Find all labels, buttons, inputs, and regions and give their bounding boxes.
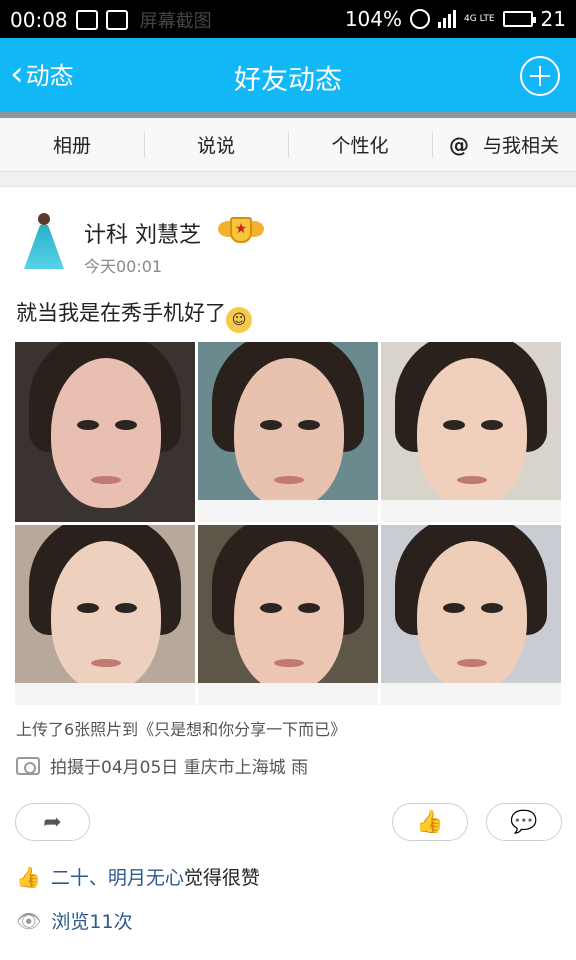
tab-bar: 相册 说说 个性化 @ 与我相关 [0,118,576,172]
like-button[interactable]: 👍 [392,803,468,841]
page-title: 好友动态 [234,65,342,96]
likes-row: 👍 二十、明月无心觉得很赞 [16,863,260,890]
tab-label: 说说 [196,135,235,157]
avatar-dress [24,225,64,269]
status-time: 00:08 [10,8,68,32]
network-type: 4G LTE [464,13,495,24]
avatar-head [38,213,50,225]
comment-bubble-icon: 💬 [510,809,538,835]
views-count[interactable]: 浏览11次 [51,907,132,934]
battery-icon [502,11,536,27]
tab-label: 个性化 [331,135,389,157]
tab-related-to-me[interactable]: @ 与我相关 [432,118,576,171]
avatar[interactable] [14,209,72,269]
share-arrow-icon: ➦ [43,809,62,835]
signal-icon [438,10,457,28]
likes-suffix: 觉得很赞 [183,867,260,889]
thumbs-up-icon: 👍 [416,809,444,835]
likers-names[interactable]: 二十、明月无心 [51,867,184,889]
post-text-content: 就当我是在秀手机好了 [16,301,226,325]
photo-4[interactable] [15,525,195,705]
camera-icon [16,756,40,775]
battery-percent: 104% [344,7,403,31]
screenshot-ghost-text: 屏幕截图 [139,11,212,32]
thumbs-up-small-icon: 👍 [16,864,41,889]
photo-2[interactable] [198,342,378,522]
tab-label: 与我相关 [482,135,559,157]
eye-icon: 👁 [16,908,42,933]
photo-5[interactable] [198,525,378,705]
comment-button[interactable]: 💬 [486,803,562,841]
qq-notification-icon [105,10,128,30]
share-button[interactable]: ➦ [15,803,90,841]
gallery-notification-icon [75,10,98,30]
views-row: 👁 浏览11次 [16,907,133,934]
post-time: 今天00:01 [84,257,163,276]
author-name[interactable]: 计科 刘慧芝 [84,217,201,249]
laughing-emoji-icon: ☺ [226,307,252,333]
tab-label: 相册 [52,135,91,157]
upload-caption[interactable]: 上传了6张照片到《只是想和你分享一下而已》 [16,716,346,740]
alarm-clock-icon [410,9,431,29]
plus-circle-icon[interactable] [520,56,560,96]
photo-3[interactable] [381,342,561,522]
photo-1[interactable] [15,342,195,522]
status-number: 21 [540,7,566,31]
tab-shuoshuo[interactable]: 说说 [144,118,288,171]
tab-personalize[interactable]: 个性化 [288,118,432,171]
tab-album[interactable]: 相册 [0,118,144,171]
vip-badge-icon: ★ [218,215,264,247]
at-icon: @ [448,132,469,157]
post-text: 就当我是在秀手机好了 ☺ [16,297,252,333]
nav-bar: ‹ 动态 好友动态 [0,38,576,112]
status-bar: 00:08 屏幕截图 104% 4G LTE 21 [0,0,576,38]
location-text: 拍摄于04月05日 重庆市上海城 雨 [50,758,309,778]
location-row: 拍摄于04月05日 重庆市上海城 雨 [16,753,308,778]
post-card: 计科 刘慧芝 ★ 今天00:01 就当我是在秀手机好了 ☺ 上传了6张照片到《只是… [0,186,576,960]
photo-6[interactable] [381,525,561,705]
